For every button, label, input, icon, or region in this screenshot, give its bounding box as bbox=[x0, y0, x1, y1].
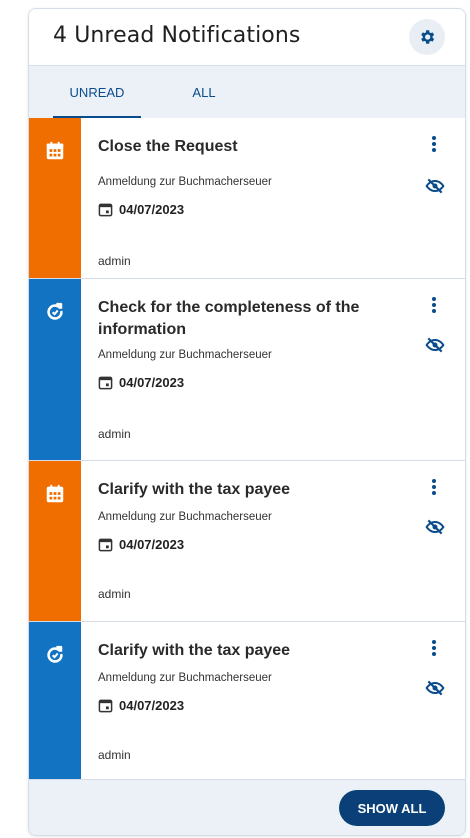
notification-date-text: 04/07/2023 bbox=[119, 375, 185, 390]
notification-user: admin bbox=[98, 427, 131, 441]
notifications-panel: 4 Unread Notifications UNREAD ALL Close … bbox=[28, 8, 466, 836]
notification-date-text: 04/07/2023 bbox=[119, 202, 185, 217]
notification-user: admin bbox=[98, 254, 131, 268]
notification-subtitle: Anmeldung zur Buchmacherseuer bbox=[98, 511, 272, 523]
notification-color-bar bbox=[29, 279, 81, 460]
vertical-ellipsis-icon bbox=[432, 297, 436, 313]
refresh-icon bbox=[47, 645, 63, 663]
refresh-icon bbox=[47, 302, 63, 320]
vertical-ellipsis-icon bbox=[432, 479, 436, 495]
hide-notification-button[interactable] bbox=[423, 333, 447, 357]
calendar-icon bbox=[98, 699, 113, 713]
vertical-ellipsis-icon bbox=[432, 136, 436, 152]
gear-icon bbox=[421, 30, 435, 44]
notification-title: Check for the completeness of the inform… bbox=[98, 299, 360, 338]
notification-date: 04/07/2023 bbox=[98, 202, 184, 217]
eye-slash-icon bbox=[425, 178, 445, 194]
settings-button[interactable] bbox=[409, 19, 445, 55]
more-options-button[interactable] bbox=[427, 477, 441, 497]
hide-notification-button[interactable] bbox=[423, 676, 447, 700]
notification-date: 04/07/2023 bbox=[98, 698, 184, 713]
calendar-icon bbox=[98, 203, 113, 217]
notification-date-text: 04/07/2023 bbox=[119, 698, 185, 713]
notification-item[interactable]: Check for the completeness of the inform… bbox=[29, 279, 465, 461]
notification-color-bar bbox=[29, 118, 81, 278]
notification-user: admin bbox=[98, 748, 131, 762]
panel-footer: SHOW ALL bbox=[29, 779, 465, 835]
notification-title: Clarify with the tax payee bbox=[98, 481, 291, 498]
hide-notification-button[interactable] bbox=[423, 174, 447, 198]
notification-item[interactable]: Clarify with the tax payee Anmeldung zur… bbox=[29, 461, 465, 622]
calendar-grid-icon bbox=[46, 141, 64, 160]
notification-date: 04/07/2023 bbox=[98, 537, 184, 552]
notification-subtitle: Anmeldung zur Buchmacherseuer bbox=[98, 672, 272, 684]
calendar-grid-icon bbox=[46, 484, 64, 503]
calendar-icon bbox=[98, 538, 113, 552]
vertical-ellipsis-icon bbox=[432, 640, 436, 656]
more-options-button[interactable] bbox=[427, 295, 441, 315]
eye-slash-icon bbox=[425, 519, 445, 535]
hide-notification-button[interactable] bbox=[423, 515, 447, 539]
notification-subtitle: Anmeldung zur Buchmacherseuer bbox=[98, 176, 272, 188]
notification-list: Close the Request Anmeldung zur Buchmach… bbox=[29, 118, 465, 783]
calendar-icon bbox=[98, 376, 113, 390]
tab-bar: UNREAD ALL bbox=[29, 65, 465, 118]
notification-user: admin bbox=[98, 587, 131, 601]
more-options-button[interactable] bbox=[427, 134, 441, 154]
notification-item[interactable]: Clarify with the tax payee Anmeldung zur… bbox=[29, 622, 465, 783]
notification-date-text: 04/07/2023 bbox=[119, 537, 185, 552]
notification-date: 04/07/2023 bbox=[98, 375, 184, 390]
more-options-button[interactable] bbox=[427, 638, 441, 658]
notification-color-bar bbox=[29, 461, 81, 621]
notification-title: Close the Request bbox=[98, 138, 238, 155]
tab-unread[interactable]: UNREAD bbox=[53, 66, 141, 119]
panel-title: 4 Unread Notifications bbox=[53, 23, 301, 48]
eye-slash-icon bbox=[425, 337, 445, 353]
eye-slash-icon bbox=[425, 680, 445, 696]
panel-header: 4 Unread Notifications bbox=[29, 9, 465, 65]
notification-item[interactable]: Close the Request Anmeldung zur Buchmach… bbox=[29, 118, 465, 279]
show-all-button[interactable]: SHOW ALL bbox=[339, 790, 445, 826]
notification-subtitle: Anmeldung zur Buchmacherseuer bbox=[98, 349, 272, 361]
notification-color-bar bbox=[29, 622, 81, 782]
tab-all[interactable]: ALL bbox=[179, 66, 229, 119]
notification-title: Clarify with the tax payee bbox=[98, 642, 291, 659]
